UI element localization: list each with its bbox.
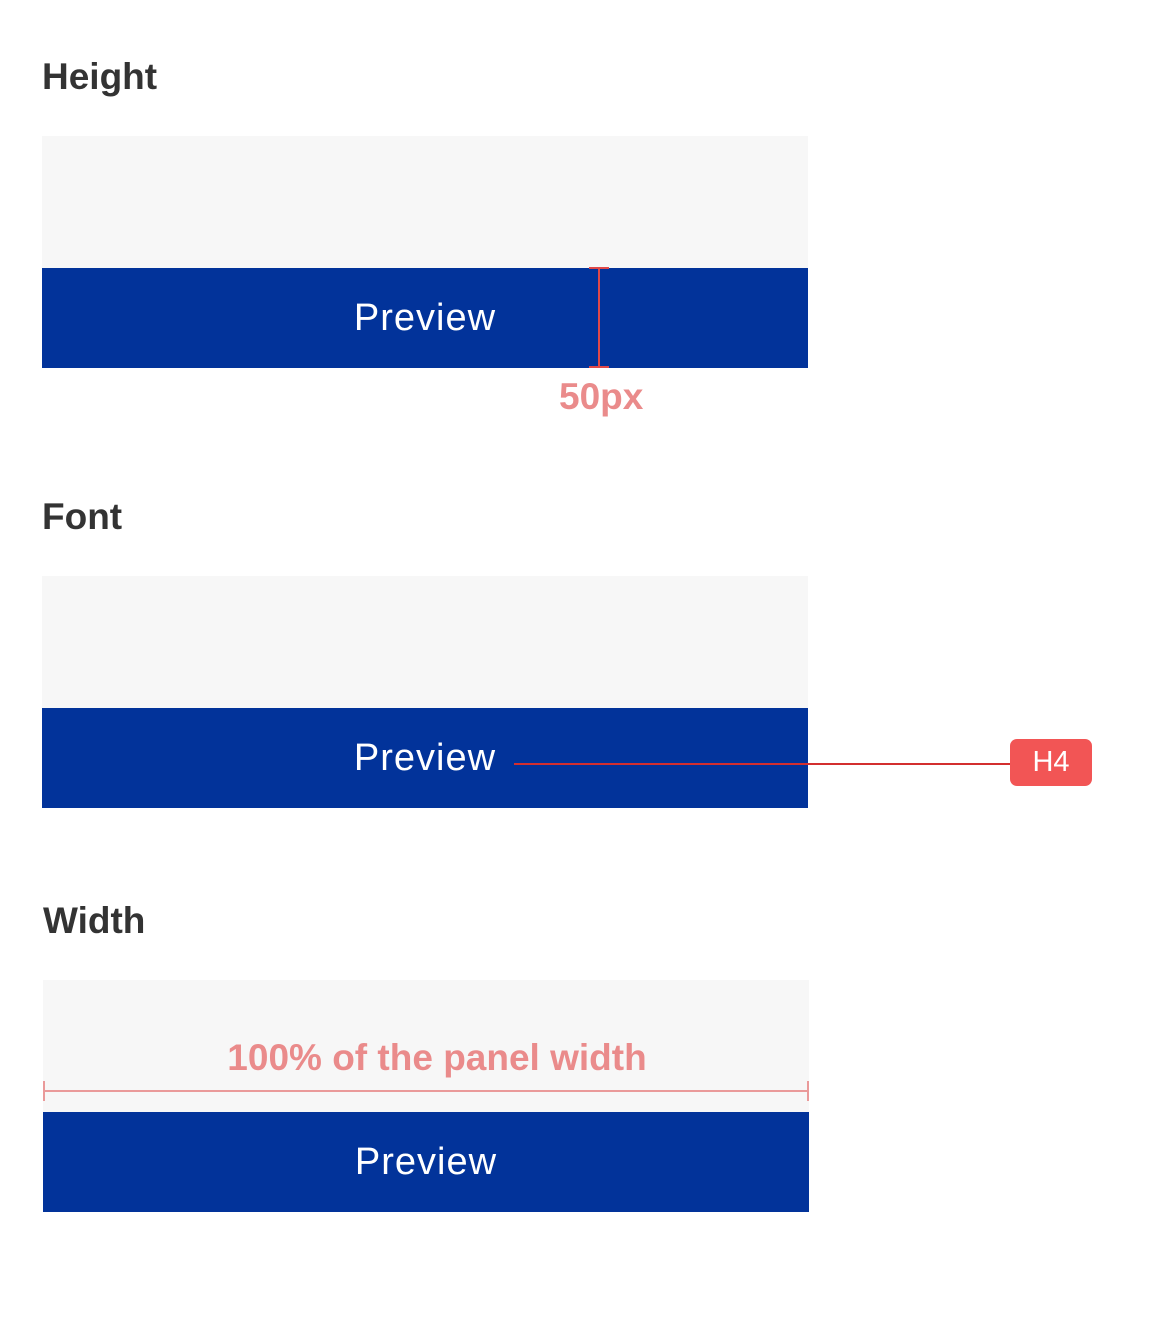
width-measurement-label: 100% of the panel width xyxy=(227,1037,647,1078)
height-preview-button[interactable]: Preview xyxy=(42,268,808,368)
width-preview-button[interactable]: Preview xyxy=(43,1112,809,1212)
height-section-title: Height xyxy=(42,56,158,97)
width-marker-right-cap xyxy=(807,1081,809,1101)
height-marker-line xyxy=(598,268,600,368)
font-style-tag: H4 xyxy=(1010,739,1092,786)
font-section-title: Font xyxy=(42,496,123,537)
width-preview-panel: Preview xyxy=(43,980,809,1212)
font-preview-button[interactable]: Preview xyxy=(42,708,808,808)
height-preview-panel: Preview xyxy=(42,136,808,368)
width-section-title: Width xyxy=(43,900,146,941)
height-measurement-label: 50px xyxy=(559,376,644,417)
height-marker-bottom-cap xyxy=(589,366,609,368)
font-preview-panel: Preview xyxy=(42,576,808,808)
font-callout-line xyxy=(514,763,1010,765)
width-marker-line xyxy=(43,1090,809,1092)
